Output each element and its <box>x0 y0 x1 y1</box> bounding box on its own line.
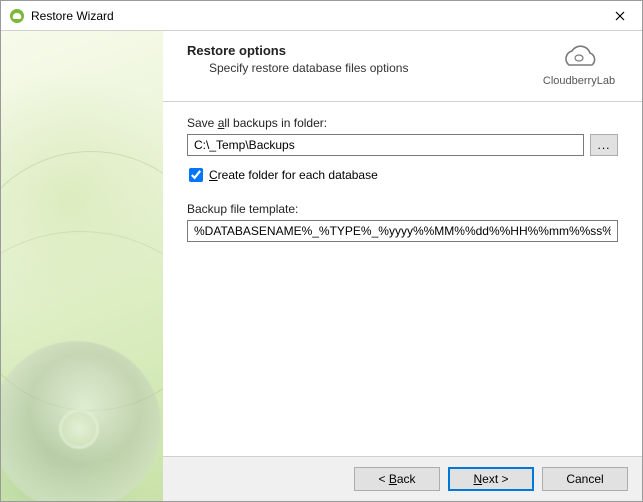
template-input[interactable] <box>187 220 618 242</box>
form-area: Save all backups in folder: ... Create f… <box>163 102 642 456</box>
window-title: Restore Wizard <box>31 9 597 23</box>
browse-button[interactable]: ... <box>590 134 618 156</box>
page-title: Restore options <box>187 43 526 58</box>
page-header: Restore options Specify restore database… <box>163 31 642 95</box>
title-bar: Restore Wizard <box>1 1 642 31</box>
create-folder-checkbox-row[interactable]: Create folder for each database <box>189 168 618 182</box>
wizard-footer: < Back Next > Cancel <box>163 456 642 501</box>
app-icon <box>9 8 25 24</box>
cancel-button[interactable]: Cancel <box>542 467 628 491</box>
page-subtitle: Specify restore database files options <box>187 61 526 75</box>
save-folder-input[interactable] <box>187 134 584 156</box>
wizard-sidebar <box>1 31 163 501</box>
back-button[interactable]: < Back <box>354 467 440 491</box>
brand-name: CloudberryLab <box>534 75 624 87</box>
template-label: Backup file template: <box>187 202 618 216</box>
brand-logo: CloudberryLab <box>534 43 624 87</box>
wizard-body: Restore options Specify restore database… <box>1 31 642 501</box>
restore-wizard-window: Restore Wizard Restore options Specify r… <box>0 0 643 502</box>
next-button[interactable]: Next > <box>448 467 534 491</box>
save-folder-label: Save all backups in folder: <box>187 116 618 130</box>
create-folder-label: Create folder for each database <box>209 168 378 182</box>
close-button[interactable] <box>597 1 642 31</box>
cloud-icon <box>534 43 624 73</box>
wizard-content: Restore options Specify restore database… <box>163 31 642 501</box>
create-folder-checkbox[interactable] <box>189 168 203 182</box>
